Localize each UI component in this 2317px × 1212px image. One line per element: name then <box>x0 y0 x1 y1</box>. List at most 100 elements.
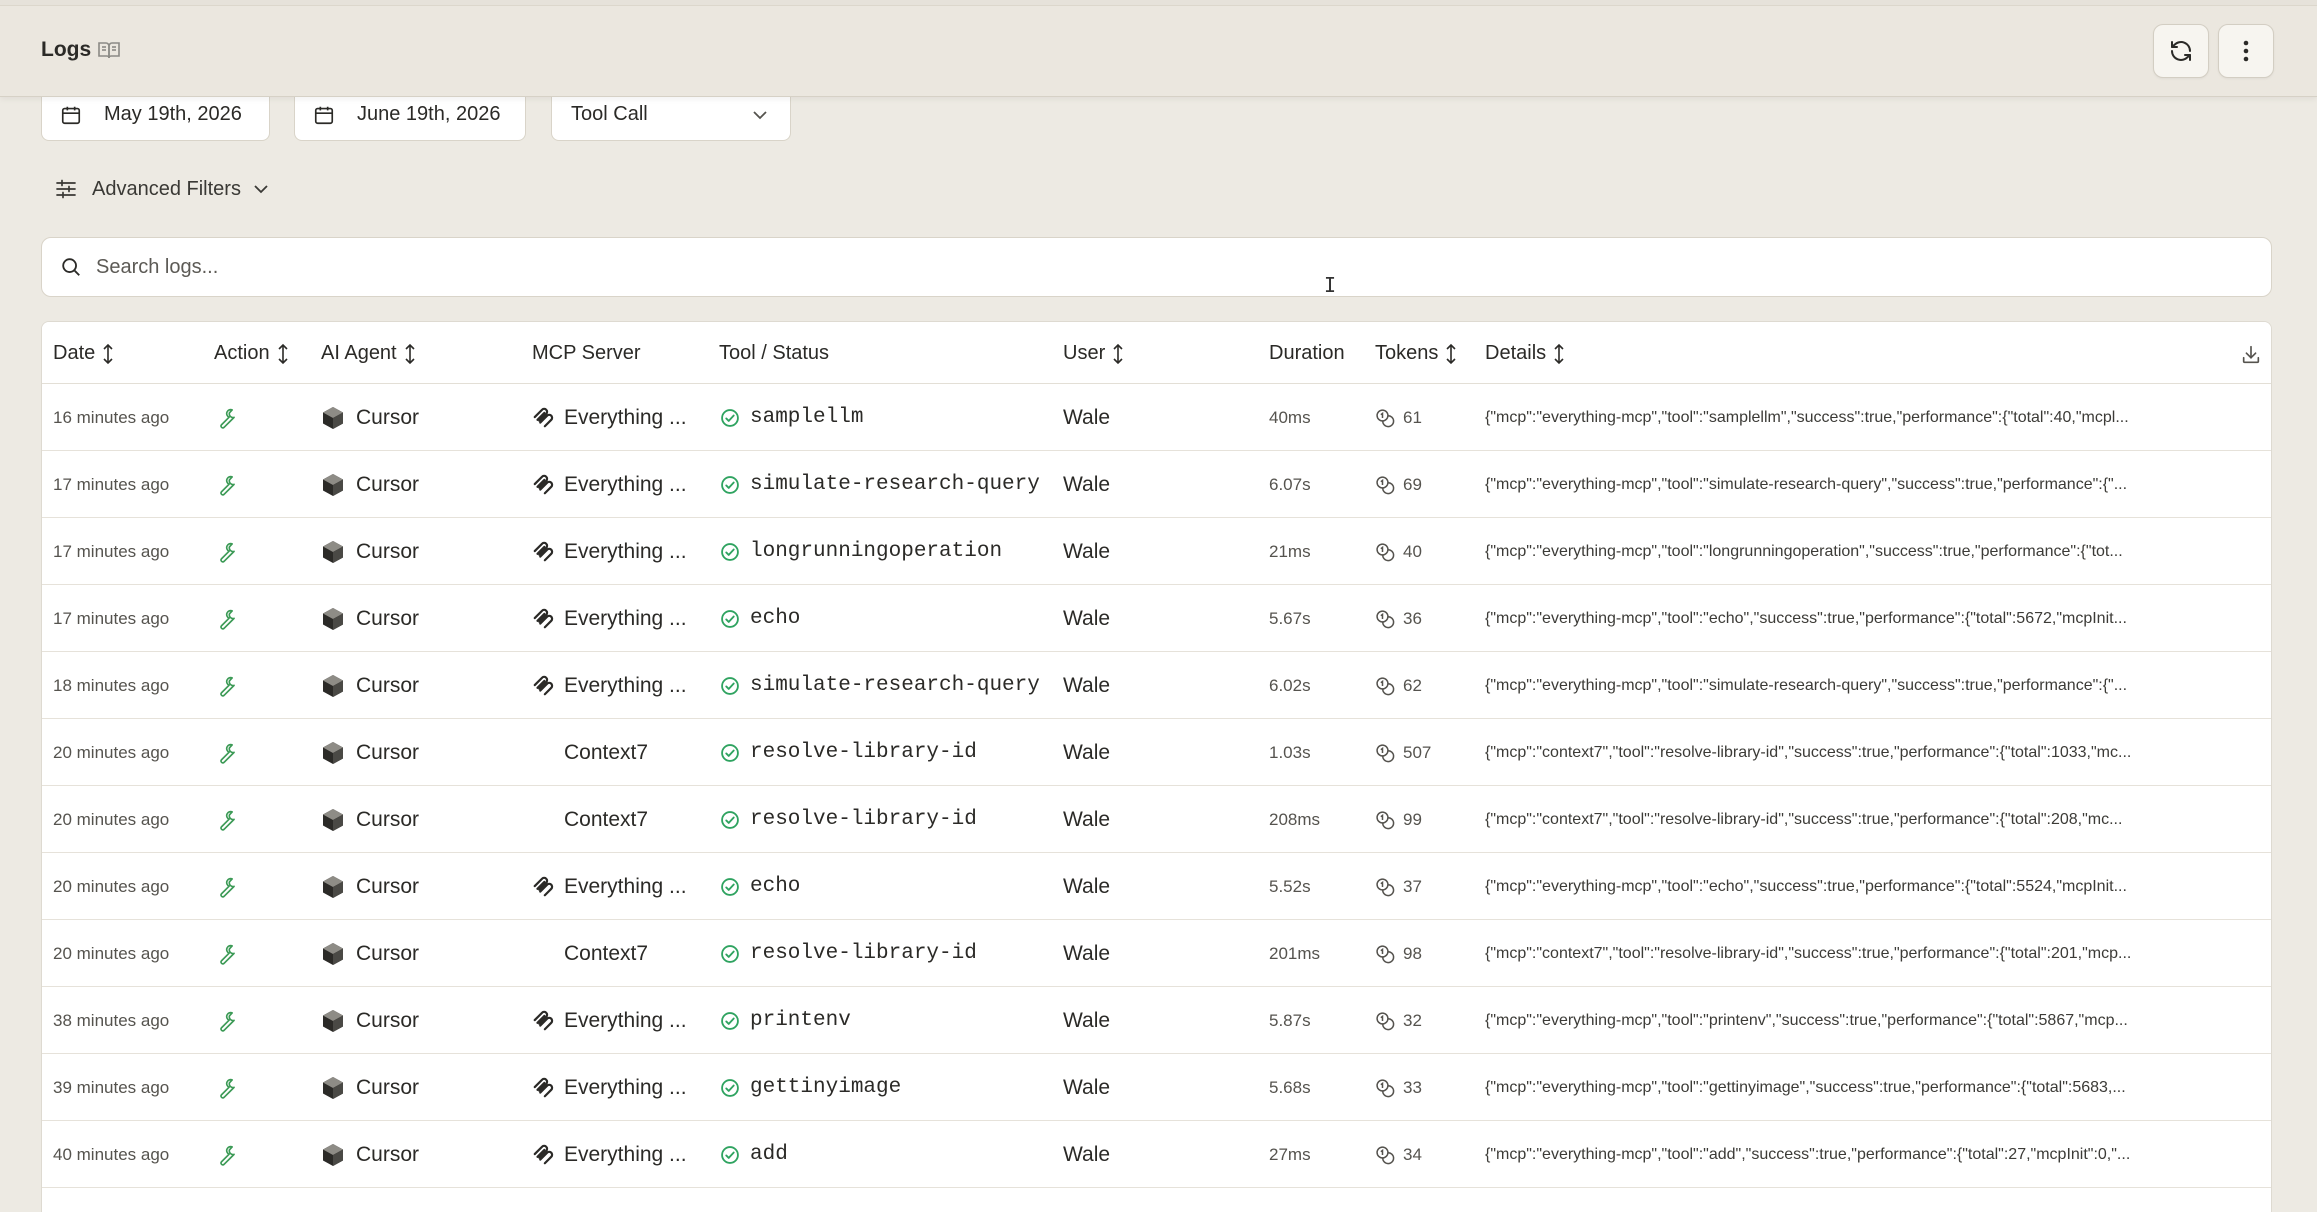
table-row[interactable]: 17 minutes ago Cursor Everything ... lon… <box>42 518 2271 585</box>
page-title: Logs <box>41 38 92 61</box>
tool-cell: gettinyimage <box>720 1054 901 1121</box>
server-cell: Everything ... <box>532 652 712 719</box>
duration-cell: 201ms <box>1269 943 1321 963</box>
details-cell[interactable]: {"mcp":"everything-mcp","tool":"samplell… <box>1485 384 2255 451</box>
advanced-filters-label: Advanced Filters <box>92 177 241 200</box>
mcp-server-icon <box>532 675 554 697</box>
advanced-filters-toggle[interactable]: Advanced Filters <box>54 174 269 204</box>
tool-name: resolve-library-id <box>750 741 977 764</box>
table-row[interactable]: 20 minutes ago Cursor Context7 resolve-l… <box>42 786 2271 853</box>
check-circle-icon <box>721 877 739 896</box>
mcp-server-icon <box>532 407 554 429</box>
column-date-label: Date <box>53 342 96 364</box>
token-count: 99 <box>1403 809 1422 829</box>
details-cell[interactable]: {"mcp":"everything-mcp","tool":"simulate… <box>1485 451 2255 518</box>
cursor-logo-icon <box>323 1076 343 1099</box>
table-row[interactable]: 20 minutes ago Cursor Everything ... ech… <box>42 853 2271 920</box>
server-name: Context7 <box>564 740 649 764</box>
table-row[interactable]: 16 minutes ago Cursor Everything ... sam… <box>42 384 2271 451</box>
mcp-server-icon <box>532 1010 554 1032</box>
table-row[interactable]: 17 minutes ago Cursor Everything ... ech… <box>42 585 2271 652</box>
user-cell: Wale <box>1063 472 1111 496</box>
duration-cell: 27ms <box>1269 1144 1311 1164</box>
wrench-icon <box>220 408 235 429</box>
tool-cell: resolve-library-id <box>720 719 977 786</box>
column-agent[interactable]: AI Agent <box>321 342 417 365</box>
tool-cell: echo <box>720 853 800 920</box>
table-row[interactable]: 20 minutes ago Cursor Context7 resolve-l… <box>42 920 2271 987</box>
search-input[interactable] <box>96 255 2196 279</box>
column-action[interactable]: Action <box>214 342 290 365</box>
details-cell[interactable]: {"mcp":"everything-mcp","tool":"longrunn… <box>1485 518 2255 585</box>
tool-name: echo <box>750 607 801 630</box>
table-row[interactable]: 38 minutes ago Cursor Everything ... pri… <box>42 987 2271 1054</box>
table-row[interactable]: 20 minutes ago Cursor Context7 resolve-l… <box>42 719 2271 786</box>
column-action-label: Action <box>214 342 270 364</box>
column-date[interactable]: Date <box>53 342 115 365</box>
agent-name: Cursor <box>356 1142 420 1166</box>
row-date: 20 minutes ago <box>53 876 170 896</box>
logs-table: Date Action AI Agent MCP Server Tool / S… <box>41 321 2272 1212</box>
check-circle-icon <box>721 810 739 829</box>
column-details[interactable]: Details <box>1485 342 1566 365</box>
wrench-icon <box>220 475 235 496</box>
action-cell <box>216 719 238 786</box>
column-server: MCP Server <box>532 342 641 365</box>
start-date-value: May 19th, 2026 <box>104 103 242 125</box>
wrench-icon <box>220 1078 235 1099</box>
table-row[interactable]: 18 minutes ago Cursor Everything ... sim… <box>42 652 2271 719</box>
coins-icon <box>1376 609 1395 628</box>
server-name: Everything ... <box>564 874 687 898</box>
column-user[interactable]: User <box>1063 342 1125 365</box>
details-cell[interactable]: {"mcp":"everything-mcp","tool":"echo","s… <box>1485 585 2255 652</box>
cursor-logo-icon <box>323 875 343 898</box>
user-cell: Wale <box>1063 673 1111 697</box>
details-cell[interactable]: {"mcp":"everything-mcp","tool":"gettinyi… <box>1485 1054 2255 1121</box>
table-row[interactable]: 17 minutes ago Cursor Everything ... sim… <box>42 451 2271 518</box>
row-date: 17 minutes ago <box>53 474 170 494</box>
end-date-value: June 19th, 2026 <box>357 103 501 125</box>
user-cell: Wale <box>1063 740 1111 764</box>
tool-name: simulate-research-query <box>750 674 1040 697</box>
sort-icon <box>103 343 113 364</box>
download-icon[interactable] <box>2240 344 2262 366</box>
details-cell[interactable]: {"mcp":"everything-mcp","tool":"simulate… <box>1485 652 2255 719</box>
agent-cell: Cursor <box>322 451 419 518</box>
more-options-button[interactable] <box>2218 24 2274 78</box>
server-name: Everything ... <box>564 1008 687 1032</box>
column-tokens[interactable]: Tokens <box>1375 342 1458 365</box>
column-tokens-label: Tokens <box>1375 342 1439 364</box>
tokens-cell: 62 <box>1375 652 1422 719</box>
details-cell[interactable]: {"mcp":"everything-mcp","tool":"echo","s… <box>1485 853 2255 920</box>
server-name: Everything ... <box>564 1142 687 1166</box>
sliders-icon <box>56 179 76 199</box>
book-open-icon[interactable] <box>97 40 121 60</box>
tokens-cell: 99 <box>1375 786 1422 853</box>
tokens-cell: 61 <box>1375 384 1422 451</box>
details-cell[interactable]: {"mcp":"everything-mcp","tool":"add","su… <box>1485 1121 2255 1188</box>
token-count: 507 <box>1403 742 1432 762</box>
action-cell <box>216 518 238 585</box>
agent-cell: Cursor <box>322 786 419 853</box>
server-cell: Context7 <box>532 920 712 987</box>
details-cell[interactable]: {"mcp":"context7","tool":"resolve-librar… <box>1485 920 2255 987</box>
cursor-logo-icon <box>323 1143 343 1166</box>
server-name: Context7 <box>564 807 649 831</box>
coins-icon <box>1376 810 1395 829</box>
tokens-cell: 32 <box>1375 987 1422 1054</box>
refresh-button[interactable] <box>2153 24 2209 78</box>
user-cell: Wale <box>1063 539 1111 563</box>
agent-cell: Cursor <box>322 384 419 451</box>
details-cell[interactable]: {"mcp":"everything-mcp","tool":"printenv… <box>1485 987 2255 1054</box>
check-circle-icon <box>721 676 739 695</box>
action-cell <box>216 585 238 652</box>
check-circle-icon <box>721 408 739 427</box>
table-row[interactable]: 39 minutes ago Cursor Everything ... get… <box>42 1054 2271 1121</box>
user-cell: Wale <box>1063 606 1111 630</box>
duration-cell: 5.87s <box>1269 1010 1311 1030</box>
details-cell[interactable]: {"mcp":"context7","tool":"resolve-librar… <box>1485 719 2255 786</box>
chevron-down-icon <box>254 185 268 194</box>
details-cell[interactable]: {"mcp":"context7","tool":"resolve-librar… <box>1485 786 2255 853</box>
server-cell: Context7 <box>532 719 712 786</box>
table-row[interactable]: 40 minutes ago Cursor Everything ... add… <box>42 1121 2271 1188</box>
